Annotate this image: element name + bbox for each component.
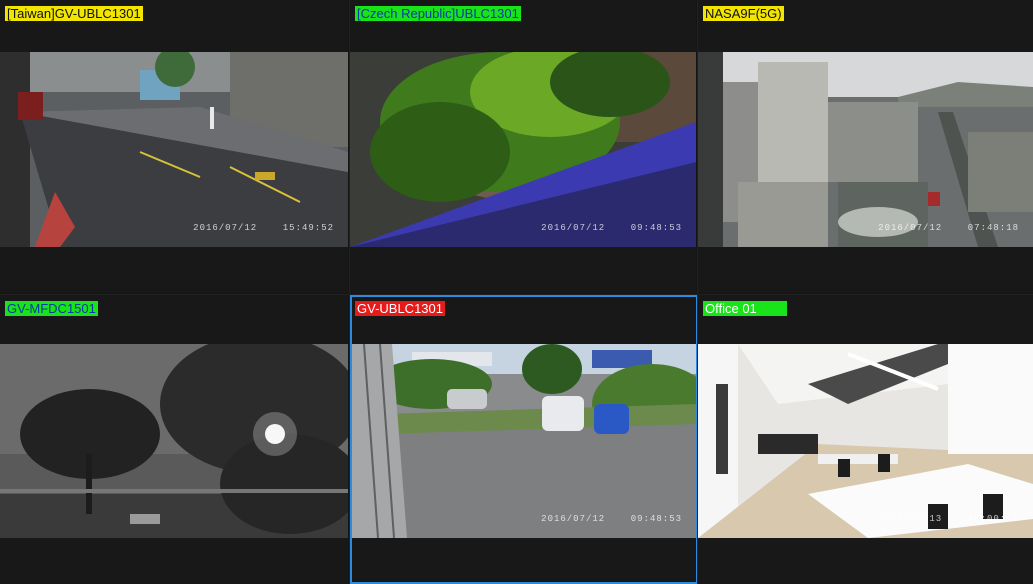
camera-feed-night-trees[interactable] xyxy=(0,344,348,538)
timestamp-overlay: 2016/07/12 09:48:53 xyxy=(541,514,682,524)
street-scene-image xyxy=(0,52,348,247)
grid-divider xyxy=(697,0,698,584)
camera-label: NASA9F(5G) xyxy=(703,6,784,21)
camera-feed-street-rain[interactable]: 2016/07/12 15:49:52 xyxy=(0,52,348,247)
parking-scene-image xyxy=(352,344,696,538)
tree-scene-image xyxy=(350,52,696,247)
camera-label: [Czech Republic]UBLC1301 xyxy=(355,6,521,21)
camera-tile-czech-republic-ublc1301[interactable]: [Czech Republic]UBLC1301 2016/07/12 09:4… xyxy=(350,0,696,293)
timestamp-overlay: 2016/07/13 16:00:15 xyxy=(878,514,1019,524)
grid-divider xyxy=(349,0,350,584)
timestamp-overlay: 2016/07/12 09:48:53 xyxy=(541,223,682,233)
camera-tile-nasa9f-5g[interactable]: NASA9F(5G) 2016/07/12 07:48:18 xyxy=(698,0,1033,293)
timestamp-overlay: 2016/07/12 15:49:52 xyxy=(193,223,334,233)
camera-tile-gv-ublc1301-selected[interactable]: GV-UBLC1301 2016/07/12 09:48:53 xyxy=(350,295,698,584)
camera-label: [Taiwan]GV-UBLC1301 xyxy=(5,6,143,21)
grid-divider xyxy=(0,294,1033,295)
city-scene-image xyxy=(698,52,1033,247)
camera-tile-taiwan-gv-ublc1301[interactable]: [Taiwan]GV-UBLC1301 2016/07/12 15:49:52 xyxy=(0,0,348,293)
camera-tile-office-01[interactable]: Office 01 2016/07/13 16:00:15 xyxy=(698,295,1033,584)
night-scene-image xyxy=(0,344,348,538)
camera-feed-city-skyline[interactable]: 2016/07/12 07:48:18 xyxy=(698,52,1033,247)
camera-tile-gv-mfdc1501[interactable]: GV-MFDC1501 xyxy=(0,295,348,584)
camera-label: GV-UBLC1301 xyxy=(355,301,445,316)
camera-label: Office 01 xyxy=(703,301,787,316)
camera-feed-parking-lot[interactable]: 2016/07/12 09:48:53 xyxy=(352,344,696,538)
camera-label: GV-MFDC1501 xyxy=(5,301,98,316)
camera-grid: [Taiwan]GV-UBLC1301 2016/07/12 15:49:52 xyxy=(0,0,1033,584)
timestamp-overlay: 2016/07/12 07:48:18 xyxy=(878,223,1019,233)
camera-feed-tree-balcony[interactable]: 2016/07/12 09:48:53 xyxy=(350,52,696,247)
office-scene-image xyxy=(698,344,1033,538)
camera-feed-office[interactable]: 2016/07/13 16:00:15 xyxy=(698,344,1033,538)
